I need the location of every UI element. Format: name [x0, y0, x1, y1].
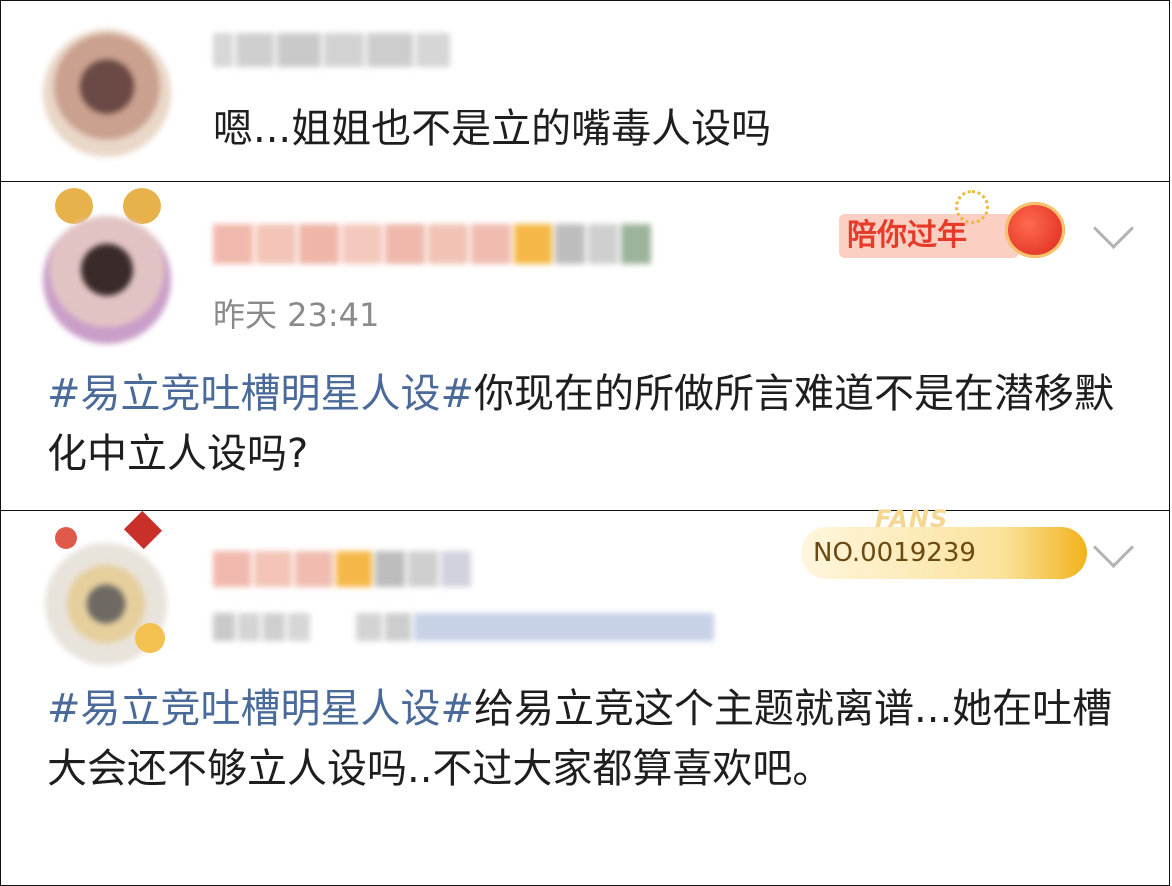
comment-text: #易立竞吐槽明星人设#给易立竞这个主题就离谱...她在吐槽大会还不够立人设吗..…	[47, 679, 1125, 799]
meta-blurred	[213, 613, 753, 641]
comment-card-2: 昨天 23:41 陪你过年 #易立竞吐槽明星人设#你现在的所做所言难道不是在潜移…	[0, 181, 1170, 511]
badge-label: 陪你过年	[847, 218, 967, 253]
firework-icon	[955, 190, 989, 224]
comment-text: #易立竞吐槽明星人设#你现在的所做所言难道不是在潜移默化中立人设吗?	[47, 364, 1129, 484]
chevron-down-icon[interactable]	[1092, 526, 1135, 569]
chevron-down-icon[interactable]	[1092, 207, 1135, 250]
username-blurred[interactable]	[213, 224, 693, 264]
avatar[interactable]	[43, 29, 171, 157]
fans-badge-icon: FANS NO.0019239	[801, 505, 1087, 581]
username-blurred[interactable]	[213, 551, 503, 587]
hashtag-link[interactable]: #易立竞吐槽明星人设#	[47, 686, 474, 732]
timestamp: 昨天 23:41	[213, 296, 380, 334]
new-year-badge: 陪你过年	[839, 190, 1087, 270]
reply-text: 嗯...姐姐也不是立的嘴毒人设吗	[213, 106, 772, 152]
hashtag-link[interactable]: #易立竞吐槽明星人设#	[47, 371, 474, 417]
comment-card-3: FANS NO.0019239 #易立竞吐槽明星人设#给易立竞这个主题就离谱..…	[0, 505, 1170, 886]
avatar[interactable]	[43, 216, 171, 344]
fans-number: NO.0019239	[813, 538, 976, 568]
avatar-badge-icon	[135, 623, 165, 653]
comment-card-1: 嗯...姐姐也不是立的嘴毒人设吗	[0, 0, 1170, 182]
lantern-icon	[1005, 202, 1065, 258]
username-blurred[interactable]	[213, 33, 453, 67]
